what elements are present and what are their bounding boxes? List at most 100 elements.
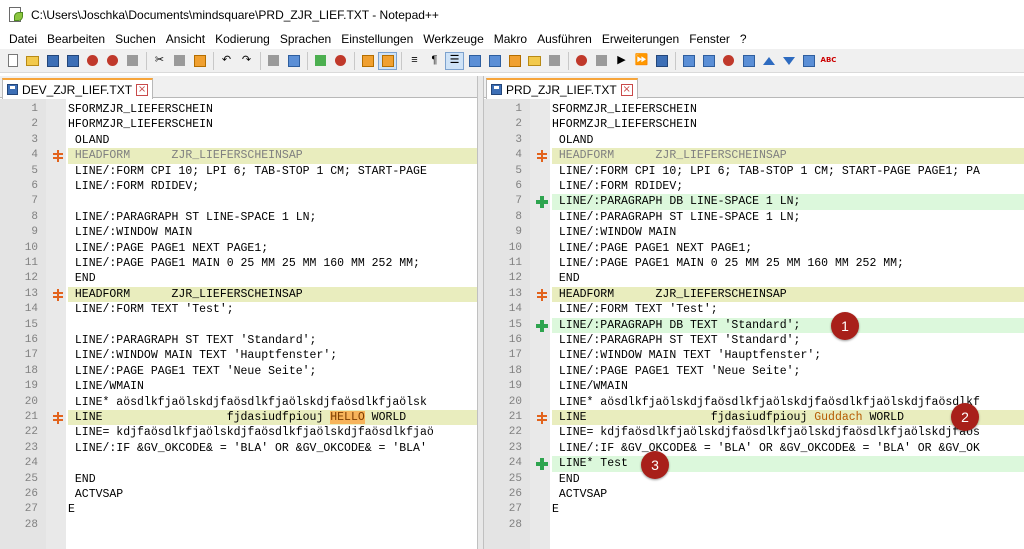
editor-line[interactable]: 26 ACTVSAP [0, 487, 477, 502]
editor-line[interactable]: 3 OLAND [484, 133, 1024, 148]
editor-line[interactable]: 20 LINE* aösdlkfjaölskdjfaösdlkfjaölskdj… [0, 395, 477, 410]
editor-line[interactable]: 28 [0, 518, 477, 533]
document-map-icon[interactable] [485, 52, 504, 70]
menu-help[interactable]: ? [735, 30, 752, 49]
editor-line[interactable]: 20 LINE* aösdlkfjaölskdjfaösdlkfjaölskdj… [484, 395, 1024, 410]
find-icon[interactable] [264, 52, 283, 70]
editor-line[interactable]: 28 [484, 518, 1024, 533]
editor-line[interactable]: 17 LINE/:WINDOW MAIN TEXT 'Hauptfenster'… [484, 348, 1024, 363]
editor-line[interactable]: 26 ACTVSAP [484, 487, 1024, 502]
editor-line[interactable]: 11 LINE/:PAGE PAGE1 MAIN 0 25 MM 25 MM 1… [0, 256, 477, 271]
close-tab-icon[interactable]: × [136, 83, 149, 96]
editor-line[interactable]: 9 LINE/:WINDOW MAIN [484, 225, 1024, 240]
record-macro-icon[interactable] [572, 52, 591, 70]
save-all-icon[interactable] [63, 52, 82, 70]
editor-line[interactable]: 19 LINE/WMAIN [484, 379, 1024, 394]
editor-line[interactable]: 8 LINE/:PARAGRAPH ST LINE-SPACE 1 LN; [484, 210, 1024, 225]
editor-line[interactable]: 1 SFORMZJR_LIEFERSCHEIN [484, 102, 1024, 117]
print-icon[interactable] [123, 52, 142, 70]
sync-vertical-icon[interactable] [358, 52, 377, 70]
editor-line[interactable]: 21 LINE fjdasiudfpiouj HELLO WORLD [0, 410, 477, 426]
right-editor[interactable]: 1 SFORMZJR_LIEFERSCHEIN 2 HFORMZJR_LIEFERSC… [484, 99, 1024, 549]
editor-line[interactable]: 3 OLAND [0, 133, 477, 148]
menu-kodierung[interactable]: Kodierung [210, 30, 275, 49]
sync-horizontal-icon[interactable] [378, 51, 397, 70]
editor-line[interactable]: 16 LINE/:PARAGRAPH ST TEXT 'Standard'; [0, 333, 477, 348]
editor-line[interactable]: 2 HFORMZJR_LIEFERSCHEIN [0, 117, 477, 132]
play-macro-icon[interactable]: ▶ [612, 52, 631, 70]
editor-line[interactable]: 25 END [484, 472, 1024, 487]
editor-line[interactable]: 13 HEADFORM ZJR_LIEFERSCHEINSAP [484, 286, 1024, 303]
tab-dev-file[interactable]: DEV_ZJR_LIEF.TXT × [2, 78, 154, 99]
editor-line[interactable]: 4 HEADFORM ZJR_LIEFERSCHEINSAP [484, 148, 1024, 164]
editor-line[interactable]: 6 LINE/:FORM RDIDEV; [0, 179, 477, 194]
menu-erweiterungen[interactable]: Erweiterungen [597, 30, 684, 49]
menu-ansicht[interactable]: Ansicht [161, 30, 210, 49]
editor-line[interactable]: 17 LINE/:WINDOW MAIN TEXT 'Hauptfenster'… [0, 348, 477, 363]
monitoring-icon[interactable] [545, 52, 564, 70]
menu-ausfuehren[interactable]: Ausführen [532, 30, 597, 49]
tab-prd-file[interactable]: PRD_ZJR_LIEF.TXT × [486, 78, 638, 99]
new-file-icon[interactable] [3, 52, 22, 70]
editor-line[interactable]: 10 LINE/:PAGE PAGE1 NEXT PAGE1; [0, 241, 477, 256]
editor-line[interactable]: 5 LINE/:FORM CPI 10; LPI 6; TAB-STOP 1 C… [0, 164, 477, 179]
editor-line[interactable]: 27 E [484, 502, 1024, 517]
menu-werkzeuge[interactable]: Werkzeuge [418, 30, 488, 49]
editor-line[interactable]: 5 LINE/:FORM CPI 10; LPI 6; TAB-STOP 1 C… [484, 164, 1024, 179]
editor-line[interactable]: 16 LINE/:PARAGRAPH ST TEXT 'Standard'; [484, 333, 1024, 348]
save-macro-icon[interactable] [652, 52, 671, 70]
compare-options-icon[interactable] [699, 52, 718, 70]
compare-icon[interactable] [679, 52, 698, 70]
zoom-out-icon[interactable] [331, 52, 350, 70]
close-tab-icon[interactable]: × [620, 83, 633, 96]
previous-diff-icon[interactable] [759, 52, 778, 70]
editor-line[interactable]: 18 LINE/:PAGE PAGE1 TEXT 'Neue Seite'; [484, 364, 1024, 379]
indent-guide-icon[interactable]: ☰ [445, 51, 464, 70]
copy-icon[interactable] [170, 52, 189, 70]
editor-line[interactable]: 11 LINE/:PAGE PAGE1 MAIN 0 25 MM 25 MM 1… [484, 256, 1024, 271]
open-file-icon[interactable] [23, 52, 42, 70]
menu-datei[interactable]: Datei [4, 30, 42, 49]
run-macro-multiple-icon[interactable]: ⏩ [632, 52, 651, 70]
menu-bearbeiten[interactable]: Bearbeiten [42, 30, 110, 49]
close-all-icon[interactable] [103, 52, 122, 70]
editor-line[interactable]: 12 END [0, 271, 477, 286]
compare-clear-icon[interactable] [719, 52, 738, 70]
paste-icon[interactable] [190, 52, 209, 70]
left-editor[interactable]: 1 SFORMZJR_LIEFERSCHEIN 2 HFORMZJR_LIEFERSC… [0, 99, 477, 549]
editor-line[interactable]: 27 E [0, 502, 477, 517]
editor-line[interactable]: 24 LINE* Test [484, 456, 1024, 472]
editor-line[interactable]: 15 [0, 318, 477, 333]
next-diff-icon[interactable] [779, 52, 798, 70]
user-language-icon[interactable] [465, 52, 484, 70]
redo-icon[interactable]: ↷ [237, 52, 256, 70]
editor-line[interactable]: 24 [0, 456, 477, 471]
editor-line[interactable]: 13 HEADFORM ZJR_LIEFERSCHEINSAP [0, 286, 477, 303]
editor-line[interactable]: 23 LINE/:IF &GV_OKCODE& = 'BLA' OR &GV_O… [484, 441, 1024, 456]
compare-first-icon[interactable] [739, 52, 758, 70]
zoom-in-icon[interactable] [311, 52, 330, 70]
editor-line[interactable]: 9 LINE/:WINDOW MAIN [0, 225, 477, 240]
menu-suchen[interactable]: Suchen [110, 30, 161, 49]
editor-line[interactable]: 21 LINE fjdasiudfpiouj Guddach WORLD [484, 410, 1024, 426]
editor-line[interactable]: 18 LINE/:PAGE PAGE1 TEXT 'Neue Seite'; [0, 364, 477, 379]
menu-einstellungen[interactable]: Einstellungen [336, 30, 418, 49]
editor-line[interactable]: 7 LINE/:PARAGRAPH DB LINE-SPACE 1 LN; [484, 194, 1024, 210]
menu-makro[interactable]: Makro [489, 30, 532, 49]
word-wrap-icon[interactable]: ≡ [405, 52, 424, 70]
editor-line[interactable]: 22 LINE= kdjfaösdlkfjaölskdjfaösdlkfjaöl… [484, 425, 1024, 440]
folder-workspace-icon[interactable] [525, 52, 544, 70]
editor-line[interactable]: 7 [0, 194, 477, 209]
close-file-icon[interactable] [83, 52, 102, 70]
editor-line[interactable]: 12 END [484, 271, 1024, 286]
stop-macro-icon[interactable] [592, 52, 611, 70]
editor-line[interactable]: 14 LINE/:FORM TEXT 'Test'; [0, 302, 477, 317]
show-all-chars-icon[interactable]: ¶ [425, 52, 444, 70]
compare-last-icon[interactable] [799, 52, 818, 70]
editor-line[interactable]: 10 LINE/:PAGE PAGE1 NEXT PAGE1; [484, 241, 1024, 256]
editor-line[interactable]: 23 LINE/:IF &GV_OKCODE& = 'BLA' OR &GV_O… [0, 441, 477, 456]
editor-line[interactable]: 1 SFORMZJR_LIEFERSCHEIN [0, 102, 477, 117]
editor-line[interactable]: 14 LINE/:FORM TEXT 'Test'; [484, 302, 1024, 317]
pane-splitter[interactable] [477, 76, 484, 549]
editor-line[interactable]: 6 LINE/:FORM RDIDEV; [484, 179, 1024, 194]
